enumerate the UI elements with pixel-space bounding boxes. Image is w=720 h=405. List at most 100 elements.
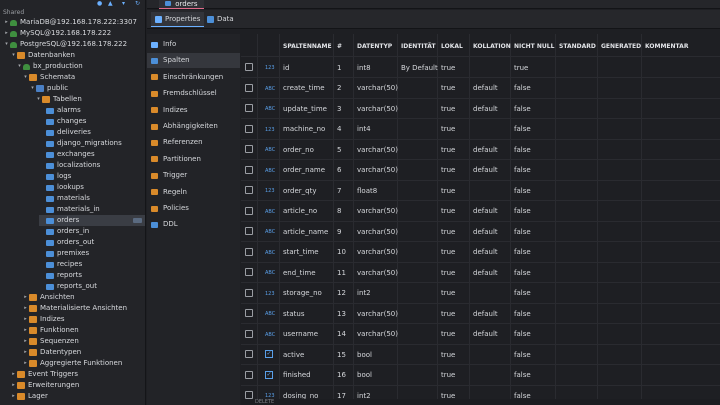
tab-data[interactable]: Data xyxy=(203,12,238,27)
editor-tab-orders[interactable]: orders xyxy=(159,0,204,9)
chevron-right-icon[interactable]: ▸ xyxy=(22,347,29,358)
section-fremdschlüssel[interactable]: Fremdschlüssel xyxy=(147,86,240,101)
table-materials-in[interactable]: materials_in xyxy=(39,204,145,215)
cell-local[interactable]: true xyxy=(441,330,455,338)
cell-local[interactable]: true xyxy=(441,228,455,236)
cell-name[interactable]: article_no xyxy=(283,207,317,215)
row-select-checkbox[interactable] xyxy=(245,268,253,276)
cell-local[interactable]: true xyxy=(441,207,455,215)
row-select-checkbox[interactable] xyxy=(245,145,253,153)
cell-not-null[interactable]: false xyxy=(514,207,531,215)
cell-collation[interactable]: default xyxy=(473,310,498,318)
cell-num[interactable]: 13 xyxy=(337,310,346,318)
cell-datatype[interactable]: varchar(50) xyxy=(357,166,398,174)
cell-local[interactable]: true xyxy=(441,84,455,92)
cell-not-null[interactable]: false xyxy=(514,269,531,277)
chevron-right-icon[interactable]: ▸ xyxy=(22,314,29,325)
cell-datatype[interactable]: bool xyxy=(357,351,372,359)
cell-num[interactable]: 4 xyxy=(337,125,341,133)
row-select-checkbox[interactable] xyxy=(245,391,253,399)
column-header-identit-t[interactable]: IDENTITÄT xyxy=(401,43,436,50)
table-orders-in[interactable]: orders_in xyxy=(39,226,145,237)
chevron-right-icon[interactable]: ▸ xyxy=(3,17,10,28)
cell-name[interactable]: order_qty xyxy=(283,187,317,195)
column-header-lokal[interactable]: LOKAL xyxy=(441,43,463,50)
section-info[interactable]: Info xyxy=(147,37,240,52)
cell-num[interactable]: 5 xyxy=(337,146,341,154)
chevron-down-icon[interactable]: ▾ xyxy=(22,72,29,83)
folder-indizes[interactable]: ▸ Indizes xyxy=(22,314,145,325)
column-header-kollation[interactable]: KOLLATION xyxy=(473,43,511,50)
row-select-checkbox[interactable] xyxy=(245,104,253,112)
table-orders-out[interactable]: orders_out xyxy=(39,237,145,248)
cell-name[interactable]: finished xyxy=(283,371,311,379)
column-header-generated[interactable]: GENERATED xyxy=(601,43,641,50)
chevron-down-icon[interactable]: ▾ xyxy=(3,39,10,50)
section-einschränkungen[interactable]: Einschränkungen xyxy=(147,70,240,85)
cell-datatype[interactable]: bool xyxy=(357,371,372,379)
chevron-down-icon[interactable]: ▾ xyxy=(29,83,36,94)
cell-local[interactable]: true xyxy=(441,125,455,133)
cell-datatype[interactable]: int8 xyxy=(357,64,371,72)
cell-not-null[interactable]: false xyxy=(514,371,531,379)
row-select-checkbox[interactable] xyxy=(245,247,253,256)
cell-collation[interactable]: default xyxy=(473,248,498,256)
cell-collation[interactable]: default xyxy=(473,166,498,174)
cell-datatype[interactable]: int4 xyxy=(357,125,371,133)
column-header-#[interactable]: # xyxy=(337,43,342,50)
cell-name[interactable]: create_time xyxy=(283,84,325,92)
folder-aggregierte-funktionen[interactable]: ▸ Aggregierte Funktionen xyxy=(22,358,145,369)
cell-name[interactable]: order_name xyxy=(283,166,325,174)
cell-collation[interactable]: default xyxy=(473,228,498,236)
table-materials[interactable]: materials xyxy=(39,193,145,204)
schema-node[interactable]: ▾ public xyxy=(29,83,145,94)
cell-datatype[interactable]: varchar(50) xyxy=(357,84,398,92)
cell-local[interactable]: true xyxy=(441,248,455,256)
cell-datatype[interactable]: varchar(50) xyxy=(357,146,398,154)
row-select-checkbox[interactable] xyxy=(245,288,253,297)
row-select-checkbox[interactable] xyxy=(245,227,253,235)
cell-datatype[interactable]: varchar(50) xyxy=(357,310,398,318)
section-regeln[interactable]: Regeln xyxy=(147,185,240,200)
cell-not-null[interactable]: false xyxy=(514,105,531,113)
cell-name[interactable]: active xyxy=(283,351,304,359)
row-select-checkbox[interactable] xyxy=(245,63,253,71)
chevron-down-icon[interactable]: ▾ xyxy=(10,50,17,61)
cell-local[interactable]: true xyxy=(441,166,455,174)
table-changes[interactable]: changes xyxy=(39,116,145,127)
folder-lager[interactable]: ▸ Lager xyxy=(10,391,145,402)
section-referenzen[interactable]: Referenzen xyxy=(147,135,240,150)
cell-not-null[interactable]: false xyxy=(514,166,531,174)
row-select-checkbox[interactable] xyxy=(245,370,253,379)
refresh-icon[interactable]: ↻ xyxy=(135,0,140,7)
row-select-checkbox[interactable] xyxy=(245,165,253,174)
cell-num[interactable]: 14 xyxy=(337,330,346,338)
cell-not-null[interactable]: false xyxy=(514,84,531,92)
cell-datatype[interactable]: varchar(50) xyxy=(357,269,398,277)
section-partitionen[interactable]: Partitionen xyxy=(147,152,240,167)
cell-name[interactable]: storage_no xyxy=(283,289,322,297)
cell-num[interactable]: 11 xyxy=(337,269,346,277)
cell-datatype[interactable]: varchar(50) xyxy=(357,207,398,215)
column-header-nicht-null[interactable]: NICHT NULL xyxy=(514,43,554,50)
folder-event-triggers[interactable]: ▸ Event Triggers xyxy=(10,369,145,380)
cell-local[interactable]: true xyxy=(441,64,455,72)
cell-not-null[interactable]: false xyxy=(514,228,531,236)
table-alarms[interactable]: alarms xyxy=(39,105,145,116)
row-select-checkbox[interactable] xyxy=(245,309,253,317)
tab-properties[interactable]: Properties xyxy=(151,12,205,27)
chevron-right-icon[interactable]: ▸ xyxy=(22,336,29,347)
section-policies[interactable]: Policies xyxy=(147,201,240,216)
cell-datatype[interactable]: varchar(50) xyxy=(357,248,398,256)
table-deliveries[interactable]: deliveries xyxy=(39,127,145,138)
cell-not-null[interactable]: false xyxy=(514,310,531,318)
folder-sequenzen[interactable]: ▸ Sequenzen xyxy=(22,336,145,347)
cell-not-null[interactable]: false xyxy=(514,351,531,359)
table-exchanges[interactable]: exchanges xyxy=(39,149,145,160)
databases-folder[interactable]: ▾ Datenbanken xyxy=(10,50,145,61)
cell-name[interactable]: update_time xyxy=(283,105,327,113)
cell-local[interactable]: true xyxy=(441,105,455,113)
folder-materialisierte-ansichten[interactable]: ▸ Materialisierte Ansichten xyxy=(22,303,145,314)
chevron-down-icon[interactable]: ▾ xyxy=(16,61,23,72)
connection-2[interactable]: ▸ MySQL@192.168.178.222 xyxy=(3,28,145,39)
